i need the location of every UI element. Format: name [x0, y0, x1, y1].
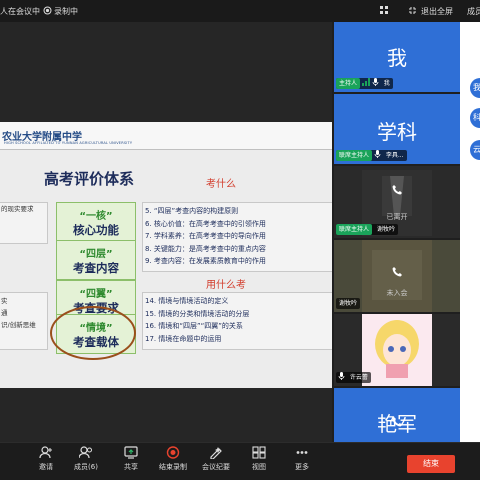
name-bar: 主持人 我 [336, 78, 393, 89]
participant-status: 已离开 [386, 213, 408, 221]
phone-icon [392, 185, 402, 195]
meeting-window: 人在会议中 录制中 退出全屏 成员 农业大学附属中学 HIGH SCHOOL A… [0, 0, 480, 480]
member-avatar[interactable]: 我 [470, 78, 480, 98]
left-box-top: 的现实要求 [0, 202, 48, 244]
list-item: 14. 情境与情境活动的定义 [145, 297, 229, 305]
grid-icon[interactable] [380, 6, 389, 15]
microphone-icon [372, 78, 379, 86]
microphone-icon [374, 150, 381, 158]
left-text: 的现实要求 [1, 205, 34, 213]
top-bar: 人在会议中 录制中 退出全屏 成员 [0, 0, 480, 22]
exit-fullscreen-icon [409, 7, 416, 14]
participant-tile-not-joined[interactable]: 未入会 谢牧吟 [334, 240, 460, 312]
meeting-notes-button[interactable]: 会议纪要 [196, 446, 236, 472]
anime-avatar [362, 314, 432, 386]
list-content: 5. “四层”考查内容的构建原则 6. 核心价值：在高考考查中的引领作用 7. … [142, 202, 332, 272]
share-screen-icon [124, 446, 138, 459]
toolbar-label: 更多 [295, 463, 309, 471]
list-item: 15. 情境的分类和情境活动的分层 [145, 309, 250, 318]
role-badge: 联席主持人 [336, 224, 373, 235]
participant-name: 谢牧吟 [376, 226, 395, 233]
slide-title: 高考评价体系 [44, 170, 135, 188]
participant-name: 许云蕾 [349, 374, 368, 381]
list-item: 9. 考查内容：在发展素质教育中的作用 [145, 257, 266, 266]
share-button[interactable]: 共享 [111, 446, 151, 472]
members-icon [79, 446, 92, 459]
box-core-function: “一核” 核心功能 [56, 202, 136, 242]
view-button[interactable]: 视图 [239, 446, 279, 472]
participant-name: 我 [383, 80, 390, 87]
box-tag: “四层” [79, 249, 113, 260]
participant-tile-xu[interactable]: 许云蕾 [334, 314, 460, 386]
note-what: 考什么 [206, 179, 236, 190]
member-avatar[interactable]: 科 [470, 108, 480, 128]
participant-tile-yanjun[interactable]: 艳军 [334, 388, 460, 442]
slide-header: 农业大学附属中学 HIGH SCHOOL AFFILIATED TO YUNNA… [0, 122, 332, 150]
role-badge: 主持人 [336, 78, 361, 89]
toolbar-label: 会议纪要 [202, 463, 230, 471]
end-meeting-button[interactable]: 结束 [407, 455, 455, 473]
school-name-en: HIGH SCHOOL AFFILIATED TO YUNNAN AGRICUL… [4, 141, 133, 145]
note-how: 用什么考 [206, 280, 246, 291]
participant-tile-left[interactable]: 已离开 联席主持人 谢牧吟 [334, 166, 460, 238]
notes-icon [210, 447, 222, 459]
box-tag: “一核” [79, 211, 113, 222]
more-button[interactable]: 更多 [282, 446, 322, 472]
members-panel: 我 科 云 [460, 22, 480, 442]
list-item: 7. 学科素养：在高考考查中的导向作用 [145, 232, 266, 241]
meeting-toolbar: 邀请 成员(6) 共享 结束录制 会议纪要 视图 更多 结束 [0, 442, 480, 480]
exit-fullscreen-button[interactable]: 退出全屏 [421, 6, 453, 17]
list-item: 6. 核心价值：在高考考查中的引领作用 [145, 219, 266, 228]
participant-name: 李具... [385, 152, 404, 159]
microphone-icon [338, 372, 345, 380]
member-avatar[interactable]: 云 [470, 140, 480, 160]
members-button[interactable]: 成员(6) [66, 446, 106, 472]
recording-label[interactable]: 录制中 [54, 6, 78, 17]
left-box-bottom: 实 通 识/创新思维 [0, 292, 48, 350]
avatar-text: 学科 [377, 120, 417, 144]
more-icon [296, 451, 308, 454]
participant-status: 未入会 [386, 289, 408, 297]
toolbar-label: 视图 [252, 463, 266, 471]
toolbar-label: 结束录制 [159, 463, 187, 471]
phone-icon [392, 417, 402, 427]
box-content: “四层” 考查内容 [56, 240, 136, 280]
phone-icon [392, 267, 402, 277]
participant-name: 谢牧吟 [339, 300, 358, 307]
toolbar-label: 邀请 [39, 463, 53, 471]
box-label: 核心功能 [73, 223, 119, 237]
participant-tile-me[interactable]: 我 主持人 我 [334, 22, 460, 92]
list-item: 5. “四层”考查内容的构建原则 [145, 207, 239, 215]
meeting-status: 人在会议中 [0, 7, 40, 16]
members-panel-title: 成员 [467, 7, 480, 16]
role-badge: 联席主持人 [336, 150, 373, 161]
participant-tile-subject[interactable]: 学科 联席主持人 李具... [334, 94, 460, 164]
list-item: 17. 情境在命题中的运用 [145, 334, 222, 343]
stop-recording-button[interactable]: 结束录制 [153, 446, 193, 472]
avatar-text: 我 [387, 46, 407, 70]
list-situation: 14. 情境与情境活动的定义 15. 情境的分类和情境活动的分层 16. 情境和… [142, 292, 332, 350]
toolbar-label: 成员(6) [74, 463, 98, 471]
invite-button[interactable]: 邀请 [26, 446, 66, 472]
name-bar: 许云蕾 [336, 372, 371, 383]
stop-record-icon [166, 446, 180, 459]
list-item: 16. 情境和“四层”“四翼”的关系 [145, 322, 243, 331]
hand-drawn-circle [50, 306, 136, 360]
shared-screen: 农业大学附属中学 HIGH SCHOOL AFFILIATED TO YUNNA… [0, 22, 332, 442]
name-bar: 联席主持人 李具... [336, 150, 407, 161]
left-text: 通 [1, 309, 8, 317]
left-text: 识/创新思维 [1, 321, 36, 329]
toolbar-label: 共享 [124, 463, 138, 471]
view-grid-icon [252, 446, 266, 459]
box-label: 考查内容 [73, 261, 119, 275]
name-bar: 联席主持人 谢牧吟 [336, 224, 398, 235]
name-bar: 谢牧吟 [336, 298, 361, 309]
box-tag: “四翼” [79, 289, 113, 300]
list-item: 8. 关键能力：是高考考查中的重点内容 [145, 244, 266, 253]
record-icon [43, 6, 52, 15]
signal-icon [361, 78, 370, 86]
invite-icon [39, 446, 52, 459]
left-text: 实 [1, 297, 8, 305]
slide: 农业大学附属中学 HIGH SCHOOL AFFILIATED TO YUNNA… [0, 122, 332, 388]
